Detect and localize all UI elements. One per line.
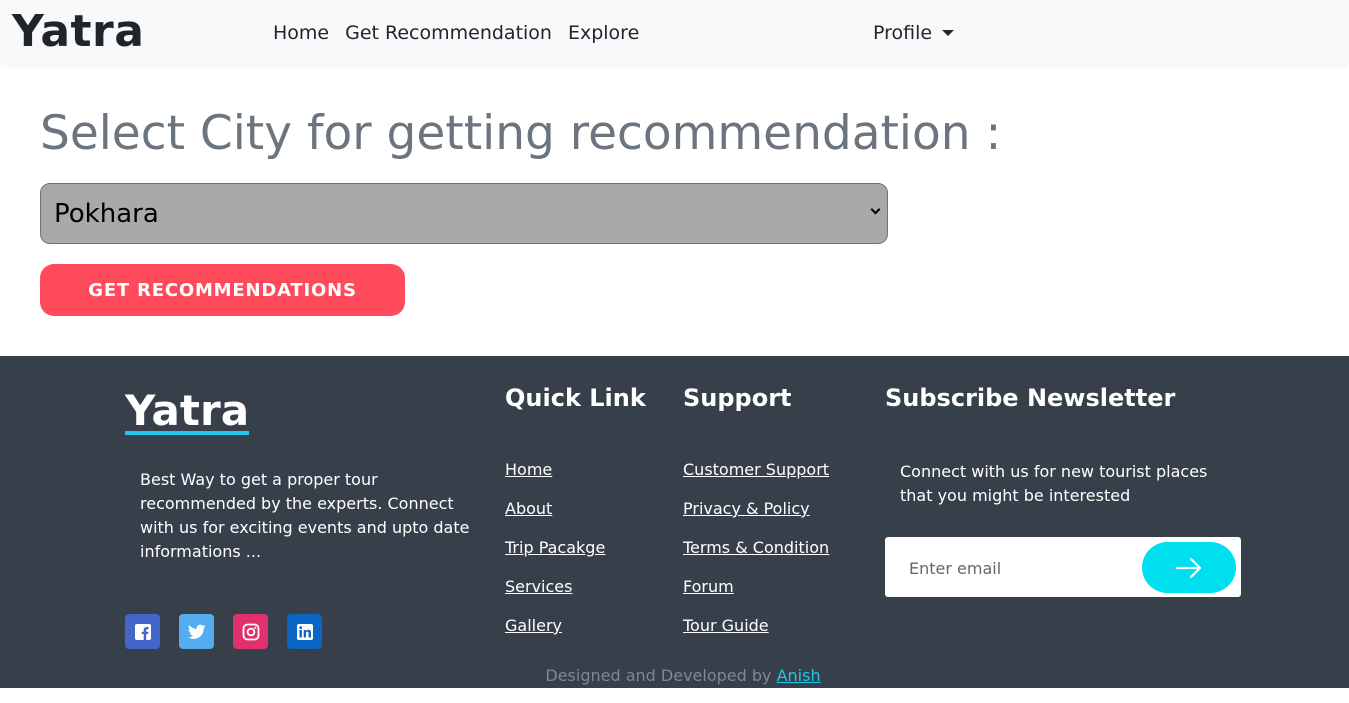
navbar: Yatra Home Get Recommendation Explore Pr… [0,0,1349,68]
subscribe-button[interactable] [1142,542,1236,593]
footer-link-about[interactable]: About [505,499,605,538]
credit-line: Designed and Developed by Anish [0,666,1349,685]
email-input[interactable] [909,557,1129,579]
get-recommendations-button[interactable]: GET RECOMMENDATIONS [40,264,405,316]
newsletter-title: Subscribe Newsletter [885,384,1176,412]
footer-link-tour-guide[interactable]: Tour Guide [683,616,829,655]
twitter-icon[interactable] [179,614,214,649]
footer-link-forum[interactable]: Forum [683,577,829,616]
footer-description: Best Way to get a proper tour recommende… [140,470,470,561]
chevron-down-icon [870,204,881,215]
brand-logo[interactable]: Yatra [12,6,144,57]
profile-dropdown[interactable]: Profile [873,22,955,44]
nav-links: Home Get Recommendation Explore [273,22,655,44]
footer-link-home[interactable]: Home [505,460,605,499]
footer-link-customer-support[interactable]: Customer Support [683,460,829,499]
nav-link-explore[interactable]: Explore [568,22,639,44]
page-heading: Select City for getting recommendation : [40,106,1002,161]
city-select[interactable]: Pokhara [40,183,888,244]
footer-link-terms-condition[interactable]: Terms & Condition [683,538,829,577]
footer-brand-logo[interactable]: Yatra [125,386,249,435]
author-link[interactable]: Anish [777,666,821,685]
credit-text: Designed and Developed by [545,666,772,685]
instagram-icon[interactable] [233,614,268,649]
footer-link-privacy-policy[interactable]: Privacy & Policy [683,499,829,538]
footer-link-gallery[interactable]: Gallery [505,616,605,655]
nav-link-get-recommendation[interactable]: Get Recommendation [345,22,552,44]
footer: Yatra Best Way to get a proper tour reco… [0,356,1349,688]
linkedin-icon[interactable] [287,614,322,649]
city-select-value: Pokhara [54,198,159,229]
footer-link-trip-package[interactable]: Trip Pacakge [505,538,605,577]
social-links [125,614,322,649]
newsletter-form [885,537,1241,597]
quick-link-list: Home About Trip Pacakge Services Gallery [505,460,605,655]
arrow-right-icon [1175,557,1202,578]
nav-link-home[interactable]: Home [273,22,329,44]
support-title: Support [683,384,792,412]
profile-label: Profile [873,22,933,44]
support-list: Customer Support Privacy & Policy Terms … [683,460,829,655]
facebook-icon[interactable] [125,614,160,649]
quick-link-title: Quick Link [505,384,646,412]
footer-link-services[interactable]: Services [505,577,605,616]
newsletter-description: Connect with us for new tourist places t… [900,462,1208,505]
caret-down-icon [942,30,955,36]
